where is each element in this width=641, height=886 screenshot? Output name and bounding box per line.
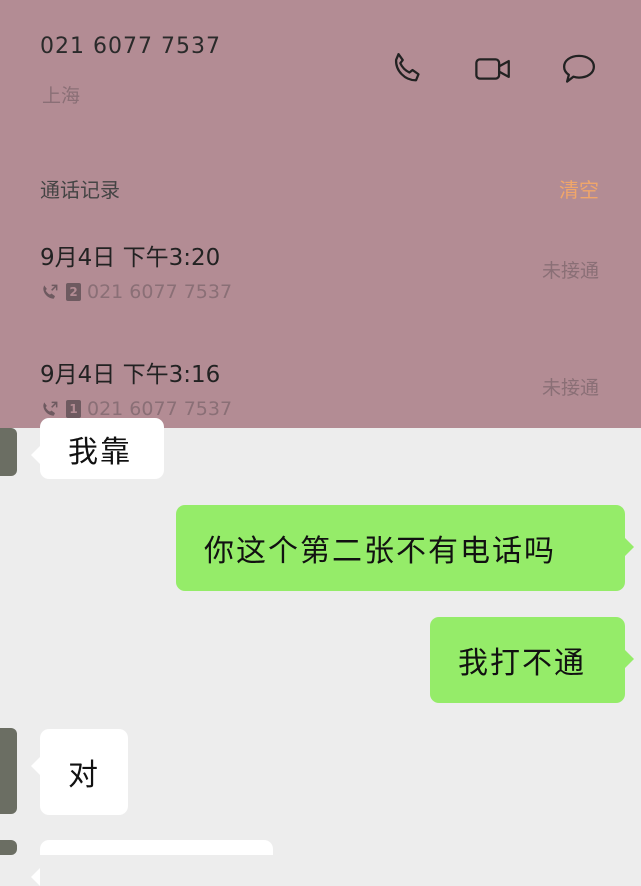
message-text: 我打不通 — [458, 646, 586, 681]
outgoing-call-icon — [43, 284, 58, 299]
contact-number: 021 6077 7537 — [40, 34, 221, 59]
avatar[interactable] — [0, 428, 17, 476]
message-text: 我靠 — [68, 434, 132, 470]
call-record-number: 021 6077 7537 — [87, 281, 233, 303]
avatar[interactable] — [0, 840, 17, 855]
contact-location: 上海 — [42, 85, 81, 107]
message-bubble-outgoing[interactable]: 我打不通 — [430, 617, 634, 703]
call-record-detail: 1 021 6077 7537 — [40, 398, 232, 420]
message-bubble-outgoing[interactable]: 你这个第二张不有电话吗 — [176, 505, 634, 591]
video-camera-icon — [475, 58, 510, 80]
message-bubble-incoming[interactable]: 我靠 — [31, 418, 164, 479]
message-bubble-incoming[interactable] — [31, 840, 273, 886]
sim-badge: 1 — [66, 400, 81, 418]
call-record-date: 9月4日 下午3:20 — [40, 245, 221, 271]
call-log-title: 通话记录 — [40, 178, 120, 202]
chat-conversation: 我靠 你这个第二张不有电话吗 我打不通 对 — [0, 418, 641, 886]
call-record-status: 未接通 — [541, 260, 599, 282]
call-record-number: 021 6077 7537 — [87, 398, 233, 420]
avatar[interactable] — [0, 728, 17, 814]
chat-bubble-icon — [562, 54, 596, 83]
phone-icon — [394, 52, 420, 82]
call-record-date: 9月4日 下午3:16 — [40, 362, 221, 388]
sim-badge: 2 — [66, 283, 81, 301]
call-button[interactable] — [385, 46, 431, 92]
message-text: 你这个第二张不有电话吗 — [204, 534, 556, 569]
message-button[interactable] — [556, 46, 602, 92]
clear-button[interactable]: 清空 — [559, 174, 599, 203]
call-record-status: 未接通 — [541, 377, 599, 399]
video-call-button[interactable] — [470, 46, 516, 92]
call-record-detail: 2 021 6077 7537 — [40, 281, 232, 303]
call-detail-panel: 021 6077 7537 上海 通话记录 清空 9月4日 下午3:20 2 0… — [0, 0, 641, 428]
call-record[interactable]: 9月4日 下午3:20 2 021 6077 7537 未接通 — [0, 238, 641, 328]
message-bubble-incoming[interactable]: 对 — [31, 729, 128, 815]
outgoing-call-icon — [43, 401, 58, 416]
message-text: 对 — [68, 758, 100, 793]
